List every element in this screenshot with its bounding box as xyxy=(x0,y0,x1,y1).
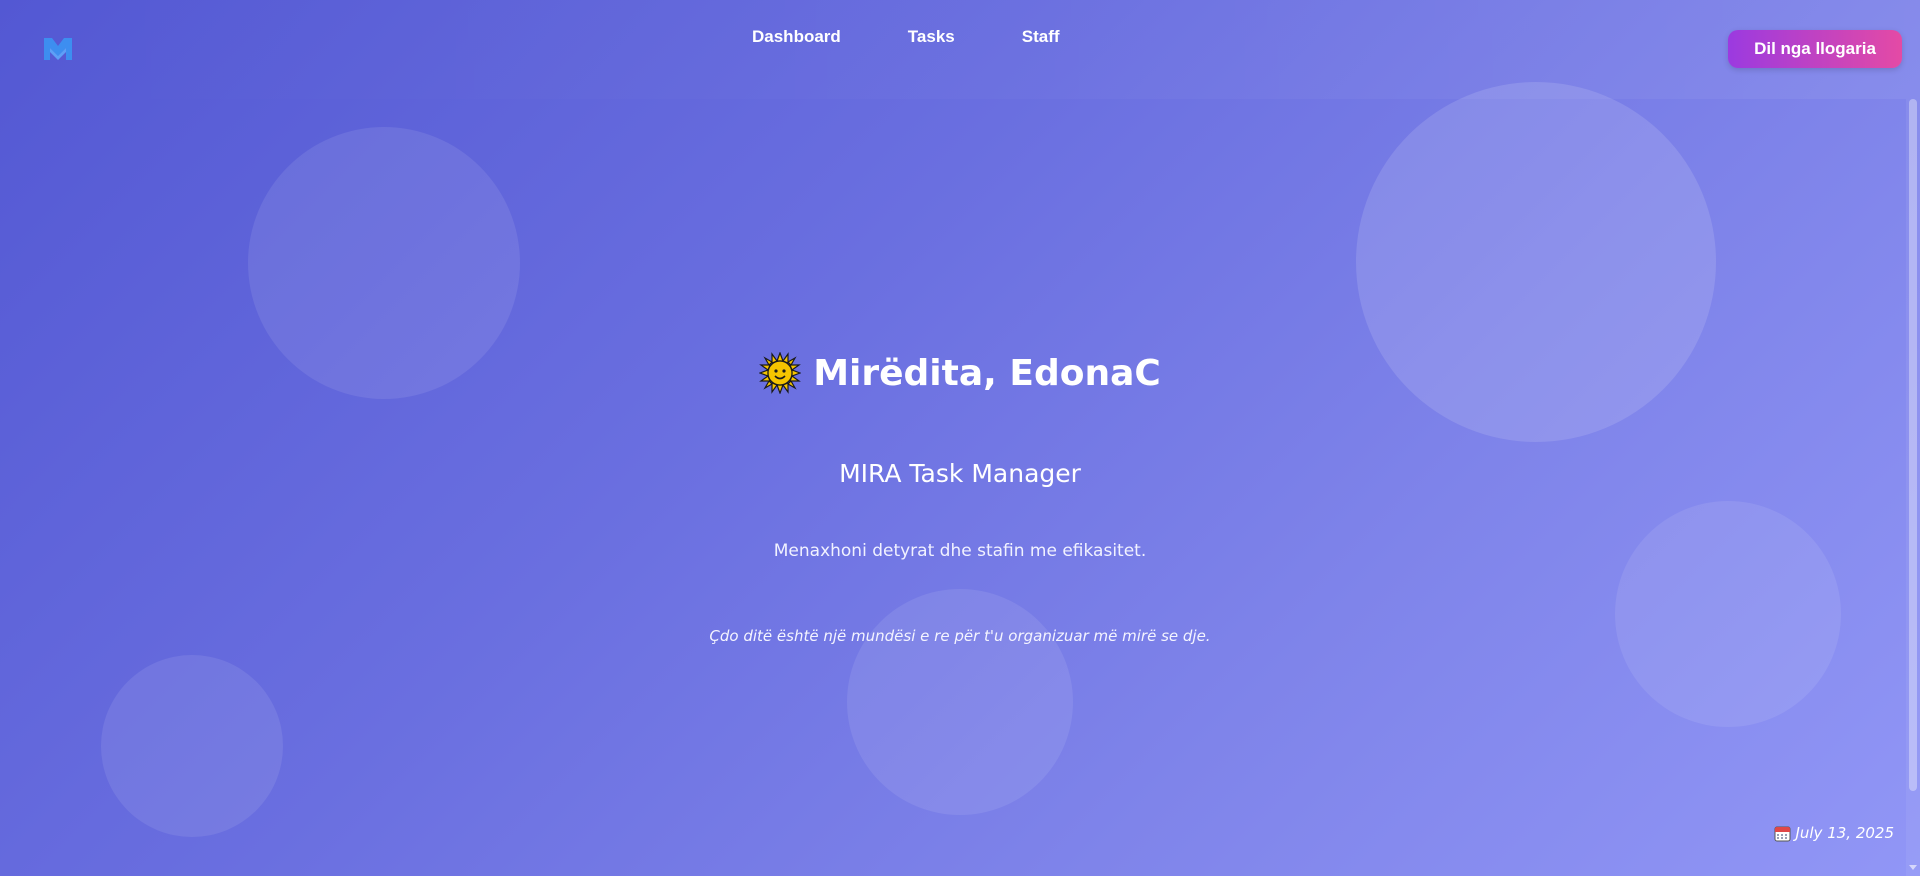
greeting-text: Mirëdita, EdonaC xyxy=(813,352,1161,394)
nav-dashboard[interactable]: Dashboard xyxy=(752,27,841,47)
date-display: July 13, 2025 xyxy=(1774,824,1894,842)
scroll-down-arrow-icon[interactable] xyxy=(1909,865,1917,870)
calendar-icon xyxy=(1774,826,1791,841)
page-scrollbar[interactable] xyxy=(1906,99,1920,876)
mira-logo-icon[interactable] xyxy=(42,34,74,62)
date-text: July 13, 2025 xyxy=(1795,824,1894,842)
decorative-bubble xyxy=(101,655,283,837)
decorative-bubble xyxy=(1615,501,1841,727)
greeting-heading: Mirëdita, EdonaC xyxy=(0,352,1920,394)
motivational-quote: Çdo ditë është një mundësi e re për t'u … xyxy=(709,627,1211,645)
decorative-bubble xyxy=(847,589,1073,815)
app-title: MIRA Task Manager xyxy=(839,459,1081,488)
nav-tasks[interactable]: Tasks xyxy=(908,27,955,47)
tagline: Menaxhoni detyrat dhe stafin me efikasit… xyxy=(773,541,1147,561)
sun-face-icon xyxy=(759,352,802,394)
nav-staff[interactable]: Staff xyxy=(1022,27,1060,47)
scrollbar-thumb[interactable] xyxy=(1909,99,1917,791)
logout-button[interactable]: Dil nga llogaria xyxy=(1728,30,1902,68)
top-navbar: Dashboard Tasks Staff Dil nga llogaria xyxy=(0,0,1920,99)
main-nav: Dashboard Tasks Staff xyxy=(752,27,1060,47)
